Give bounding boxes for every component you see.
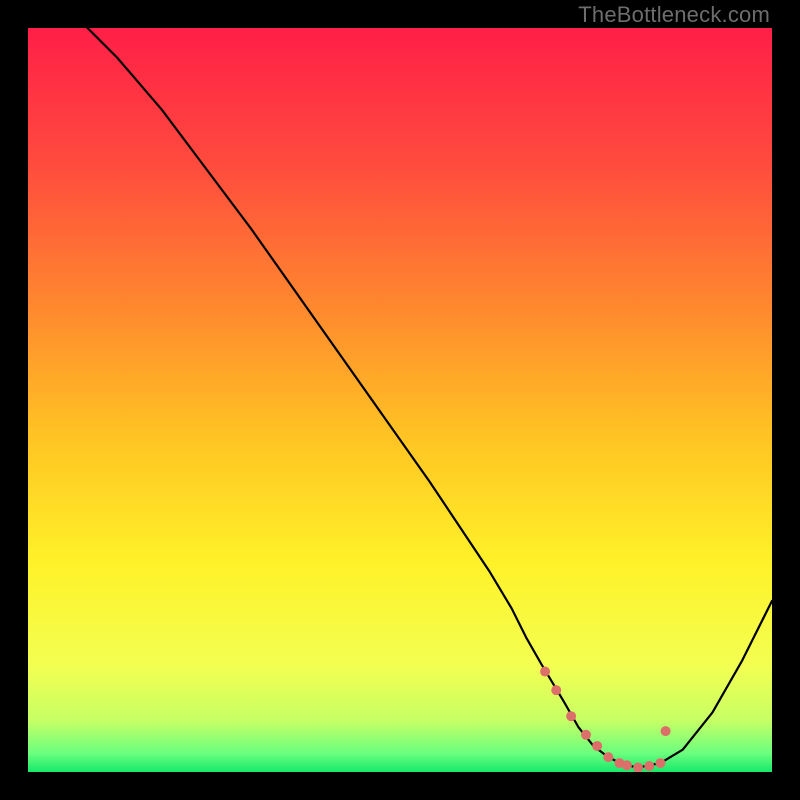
curve-marker: [644, 761, 654, 771]
curve-marker: [603, 752, 613, 762]
curve-marker: [551, 685, 561, 695]
gradient-background: [28, 28, 772, 772]
curve-marker: [581, 730, 591, 740]
chart-frame: TheBottleneck.com: [0, 0, 800, 800]
curve-marker: [540, 667, 550, 677]
curve-marker: [661, 726, 671, 736]
curve-marker: [592, 741, 602, 751]
watermark-text: TheBottleneck.com: [578, 2, 770, 28]
curve-marker: [566, 711, 576, 721]
curve-marker: [622, 760, 632, 770]
curve-marker: [655, 758, 665, 768]
bottleneck-chart: [28, 28, 772, 772]
